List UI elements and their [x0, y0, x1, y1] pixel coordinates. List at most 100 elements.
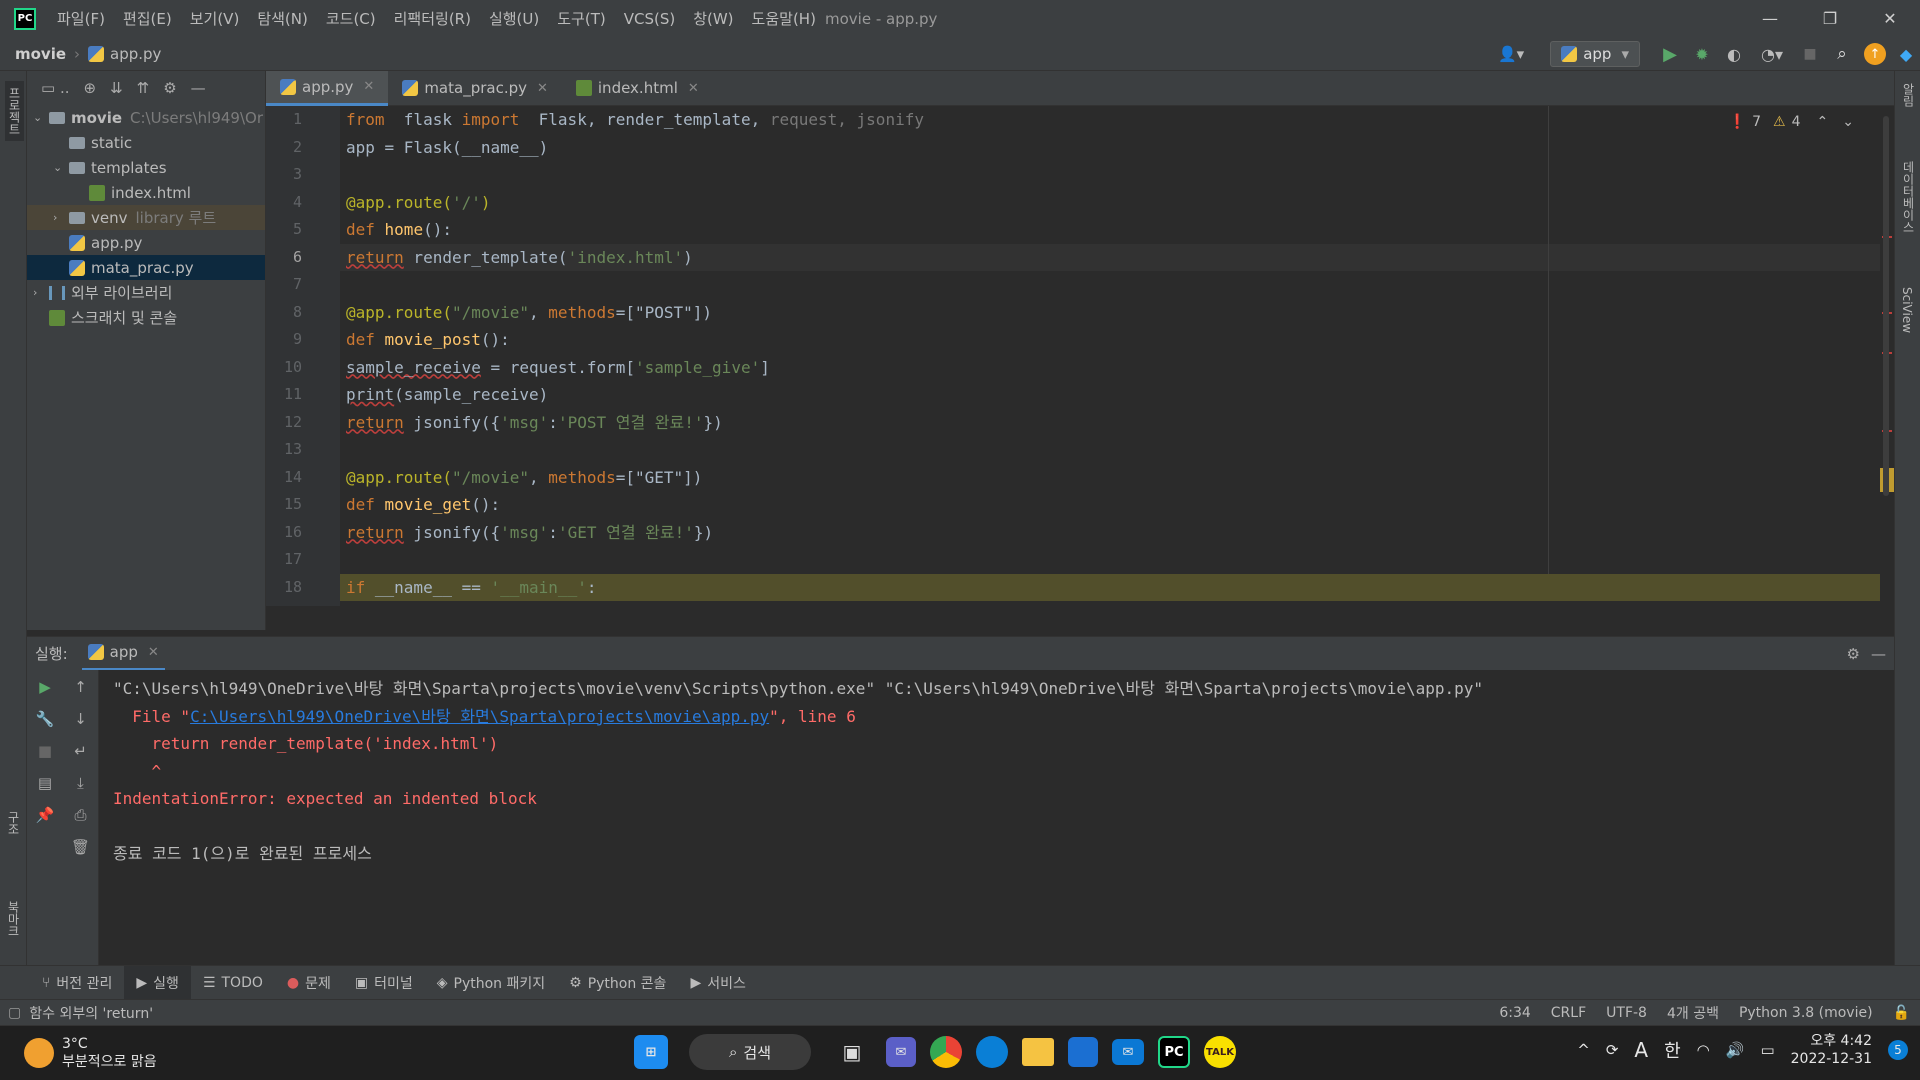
code-line[interactable]: @app.route("/movie", methods=["POST"])	[340, 299, 1880, 327]
windows-start-icon[interactable]: ⊞	[634, 1035, 668, 1069]
teams-chat-icon[interactable]: ✉	[886, 1037, 916, 1067]
store-icon[interactable]	[1068, 1037, 1098, 1067]
inspection-widget[interactable]: ❗ 7 ⚠ 4 ⌃ ⌄	[1729, 114, 1854, 130]
notifications-tool-button[interactable]: 알림	[1900, 83, 1917, 107]
run-console[interactable]: "C:\Users\hl949\OneDrive\바탕 화면\Sparta\pr…	[99, 670, 1894, 965]
pycharm-taskbar-icon[interactable]: PC	[1158, 1036, 1190, 1068]
menu-item[interactable]: 보기(V)	[181, 8, 249, 29]
search-icon[interactable]: ⌕	[1826, 44, 1858, 64]
tool-window-button[interactable]: ◈ Python 패키지	[425, 966, 557, 1000]
hide-icon[interactable]: —	[1871, 645, 1886, 663]
weather-widget[interactable]: 3°C 부분적으로 맑음	[24, 1035, 157, 1071]
volume-icon[interactable]: 🔊	[1726, 1041, 1745, 1059]
wifi-icon[interactable]: ◠	[1697, 1041, 1710, 1059]
expand-arrow-icon[interactable]: ⌄	[53, 161, 69, 174]
soft-wrap-icon[interactable]: ↵	[63, 736, 98, 766]
breadcrumb-project[interactable]: movie	[15, 45, 66, 63]
kakaotalk-icon[interactable]: TALK	[1204, 1036, 1236, 1068]
code-line[interactable]: return jsonify({'msg':'GET 연결 완료!'})	[340, 519, 1880, 547]
battery-icon[interactable]: ▭	[1760, 1041, 1774, 1059]
tree-item[interactable]: ⌄ templates	[27, 155, 265, 180]
code-line[interactable]	[340, 436, 1880, 464]
database-tool-button[interactable]: 데이터베이스	[1900, 161, 1917, 233]
tool-window-button[interactable]: ⚙ Python 콘솔	[557, 966, 678, 1000]
rerun-icon[interactable]: ▶	[27, 672, 63, 702]
update-icon[interactable]: ↑	[1864, 43, 1886, 65]
hide-icon[interactable]: —	[191, 79, 206, 97]
expand-all-icon[interactable]: ⇊	[110, 79, 123, 97]
caret-position[interactable]: 6:34	[1499, 1005, 1530, 1021]
taskbar-search[interactable]: ⌕ 검색	[689, 1034, 811, 1070]
tool-window-button[interactable]: ▶ 서비스	[678, 966, 757, 1000]
menu-item[interactable]: 도움말(H)	[743, 8, 825, 29]
code-line[interactable]	[340, 161, 1880, 189]
code-line[interactable]: def home():	[340, 216, 1880, 244]
file-explorer-icon[interactable]	[1022, 1038, 1054, 1066]
code-line[interactable]: return jsonify({'msg':'POST 연결 완료!'})	[340, 409, 1880, 437]
coverage-icon[interactable]: ◐	[1718, 45, 1750, 64]
menu-item[interactable]: 편집(E)	[114, 8, 181, 29]
mail-icon[interactable]: ✉	[1112, 1039, 1144, 1065]
menu-item[interactable]: 실행(U)	[480, 8, 548, 29]
tool-window-button[interactable]: ▣ 터미널	[343, 966, 425, 1000]
arrow-up-icon[interactable]: ↑	[63, 672, 98, 702]
menu-item[interactable]: 리팩터링(R)	[385, 8, 480, 29]
previous-highlight-icon[interactable]: ⌃	[1817, 114, 1829, 130]
tree-item[interactable]: app.py	[27, 230, 265, 255]
chrome-icon[interactable]	[930, 1036, 962, 1068]
notification-badge[interactable]: 5	[1888, 1040, 1908, 1060]
scroll-to-end-icon[interactable]: ⤓	[63, 768, 98, 798]
code-line[interactable]: sample_receive = request.form['sample_gi…	[340, 354, 1880, 382]
tree-item[interactable]: static	[27, 130, 265, 155]
run-icon[interactable]: ▶	[1654, 44, 1686, 65]
code-line[interactable]	[340, 271, 1880, 299]
code-line[interactable]: @app.route("/movie", methods=["GET"])	[340, 464, 1880, 492]
layout-icon[interactable]: ▤	[27, 768, 63, 798]
bookmarks-tool-button[interactable]: 북마크	[5, 901, 22, 937]
tool-window-button[interactable]: ▶ 실행	[124, 965, 191, 1000]
edge-icon[interactable]	[976, 1036, 1008, 1068]
sciview-tool-button[interactable]: SciView	[1900, 287, 1914, 333]
pin-icon[interactable]: 📌	[27, 800, 63, 830]
stop-icon[interactable]: ■	[1794, 46, 1826, 62]
code-line[interactable]: def movie_post():	[340, 326, 1880, 354]
breadcrumb-file[interactable]: app.py	[110, 45, 161, 63]
close-icon[interactable]: ✕	[537, 81, 548, 96]
print-icon[interactable]: ⎙	[63, 800, 98, 830]
code-editor[interactable]: from flask import Flask, render_template…	[340, 106, 1880, 606]
project-view-icon[interactable]: ▭ ..	[41, 79, 69, 97]
pycharm-logo-icon[interactable]: PC	[14, 7, 36, 30]
expand-arrow-icon[interactable]: ›	[33, 286, 49, 299]
wrench-icon[interactable]: 🔧	[27, 704, 63, 734]
stop-icon[interactable]: ■	[27, 736, 63, 766]
menu-item[interactable]: 파일(F)	[48, 8, 114, 29]
file-encoding[interactable]: UTF-8	[1606, 1005, 1647, 1021]
status-toggle-icon[interactable]: ▢	[8, 1005, 21, 1021]
tab-mata_prac-py[interactable]: mata_prac.py ✕	[388, 71, 562, 106]
tab-index-html[interactable]: index.html ✕	[562, 71, 713, 106]
jetbrains-logo-icon[interactable]: ◆	[1892, 45, 1920, 64]
clock[interactable]: 오후 4:42 2022-12-31	[1791, 1032, 1872, 1068]
code-line[interactable]: def movie_get():	[340, 491, 1880, 519]
tree-item[interactable]: index.html	[27, 180, 265, 205]
menu-item[interactable]: 도구(T)	[548, 8, 614, 29]
tree-item[interactable]: mata_prac.py	[27, 255, 265, 280]
tab-app-py[interactable]: app.py ✕	[266, 70, 389, 106]
tray-overflow-icon[interactable]: ^	[1577, 1041, 1590, 1059]
run-tab-app[interactable]: app ✕	[81, 637, 165, 671]
menu-item[interactable]: 코드(C)	[317, 8, 385, 29]
tree-item[interactable]: ⌄ movie C:\Users\hl949\Or	[27, 105, 265, 130]
tool-window-button[interactable]: ⑂ 버전 관리	[30, 966, 124, 1000]
menu-item[interactable]: 창(W)	[684, 8, 742, 29]
tool-window-button[interactable]: ● 문제	[275, 966, 343, 1000]
error-stripe[interactable]	[1880, 106, 1894, 606]
console-file-link[interactable]: C:\Users\hl949\OneDrive\바탕 화면\Sparta\pro…	[190, 707, 769, 726]
lock-icon[interactable]: 🔓	[1893, 1005, 1910, 1021]
next-highlight-icon[interactable]: ⌄	[1842, 114, 1854, 130]
debug-icon[interactable]: ✹	[1686, 45, 1718, 64]
task-view-icon[interactable]: ▣	[832, 1032, 872, 1072]
trash-icon[interactable]: 🗑	[63, 832, 98, 862]
tool-window-button[interactable]: ☰ TODO	[191, 966, 275, 1000]
code-line[interactable]: @app.route('/')	[340, 189, 1880, 217]
code-line[interactable]: print(sample_receive)	[340, 381, 1880, 409]
